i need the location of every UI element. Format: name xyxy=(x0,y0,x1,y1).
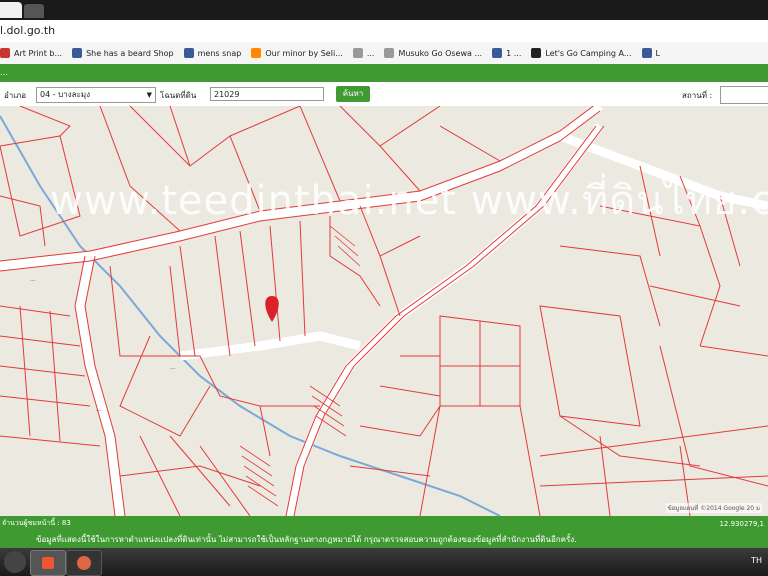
bookmark-icon xyxy=(0,48,10,58)
search-form: อำเภอ 04 - บางละมุง ▼ โฉนดที่ดิน 21029 ค… xyxy=(0,82,768,107)
bookmark-label: She has a beard Shop xyxy=(86,48,174,58)
bookmark-item[interactable]: Art Print b... xyxy=(0,48,62,58)
doc-icon xyxy=(384,48,395,58)
bookmark-label: ... xyxy=(366,48,375,58)
url-text[interactable]: l.dol.go.th xyxy=(0,24,55,37)
bookmark-label: Let's Go Camping A... xyxy=(545,48,632,58)
road-label: ... xyxy=(96,406,102,413)
new-tab-button[interactable] xyxy=(24,4,44,18)
road-label: ... xyxy=(30,276,36,283)
site-icon xyxy=(531,48,542,58)
app-icon xyxy=(42,557,54,569)
map-copyright: ข้อมูลแผนที่ ©2014 Google 20 ม xyxy=(665,503,762,513)
map-view[interactable]: www.teedinthai.net www.ที่ดินไทย.com ...… xyxy=(0,106,768,516)
bookmark-item[interactable]: Musuko Go Osewa ... xyxy=(384,48,482,58)
visitor-count: จำนวนผู้ชมหน้านี้ : 83 xyxy=(2,519,71,527)
page-title: ... xyxy=(0,68,8,77)
road-label: ... xyxy=(170,364,176,371)
facebook-icon xyxy=(641,48,652,58)
facebook-icon xyxy=(72,48,83,58)
bookmark-item[interactable]: She has a beard Shop xyxy=(72,48,174,58)
bookmark-item[interactable]: 1 ... xyxy=(492,48,521,58)
browser-icon xyxy=(77,556,91,570)
taskbar: TH xyxy=(0,548,768,576)
bookmarks-bar: Art Print b... She has a beard Shop mens s… xyxy=(0,42,768,65)
bookmark-label: mens snap xyxy=(197,48,242,58)
taskbar-app[interactable] xyxy=(66,550,102,576)
facebook-icon xyxy=(183,48,194,58)
bookmark-label: 1 ... xyxy=(506,48,522,58)
bookmark-item[interactable]: ... xyxy=(352,48,375,58)
bookmark-item[interactable]: Our minor by Seli... xyxy=(251,48,343,58)
taskbar-app[interactable] xyxy=(30,550,66,576)
parcel-number-input[interactable]: 21029 xyxy=(210,87,324,101)
district-select[interactable]: 04 - บางละมุง ▼ xyxy=(36,87,156,103)
map-marker[interactable] xyxy=(265,296,279,322)
tab-strip xyxy=(0,0,768,20)
chevron-down-icon: ▼ xyxy=(146,91,152,99)
district-label: อำเภอ xyxy=(4,91,27,100)
page-header: ... xyxy=(0,64,768,82)
site-icon xyxy=(352,48,363,58)
bookmark-item[interactable]: Let's Go Camping A... xyxy=(531,48,632,58)
bookmark-label: L xyxy=(655,48,660,58)
footer: จำนวนผู้ชมหน้านี้ : 83 12.930279,1 ข้อมู… xyxy=(0,516,768,548)
district-value: 04 - บางละมุง xyxy=(40,90,91,99)
status-label: สถานที่ : xyxy=(682,91,713,100)
location-input[interactable] xyxy=(720,86,768,104)
parcel-label: โฉนดที่ดิน xyxy=(160,91,197,100)
address-bar[interactable]: l.dol.go.th xyxy=(0,20,768,43)
bookmark-item[interactable]: L xyxy=(641,48,660,58)
bookmark-label: Art Print b... xyxy=(14,48,63,58)
search-button[interactable]: ค้นหา xyxy=(336,86,370,102)
browser-tab[interactable] xyxy=(0,2,22,18)
facebook-icon xyxy=(492,48,503,58)
bookmark-label: Musuko Go Osewa ... xyxy=(398,48,483,58)
watermark: www.teedinthai.net www.ที่ดินไทย.com xyxy=(50,178,768,224)
rss-icon xyxy=(251,48,262,58)
coordinates: 12.930279,1 xyxy=(719,520,764,528)
bookmark-label: Our minor by Seli... xyxy=(265,48,343,58)
bookmark-item[interactable]: mens snap xyxy=(183,48,242,58)
language-indicator[interactable]: TH xyxy=(751,556,762,565)
start-button[interactable] xyxy=(4,551,26,573)
disclaimer: ข้อมูลที่แสดงนี้ใช้ในการหาตำแหน่งแปลงที่… xyxy=(36,535,577,544)
